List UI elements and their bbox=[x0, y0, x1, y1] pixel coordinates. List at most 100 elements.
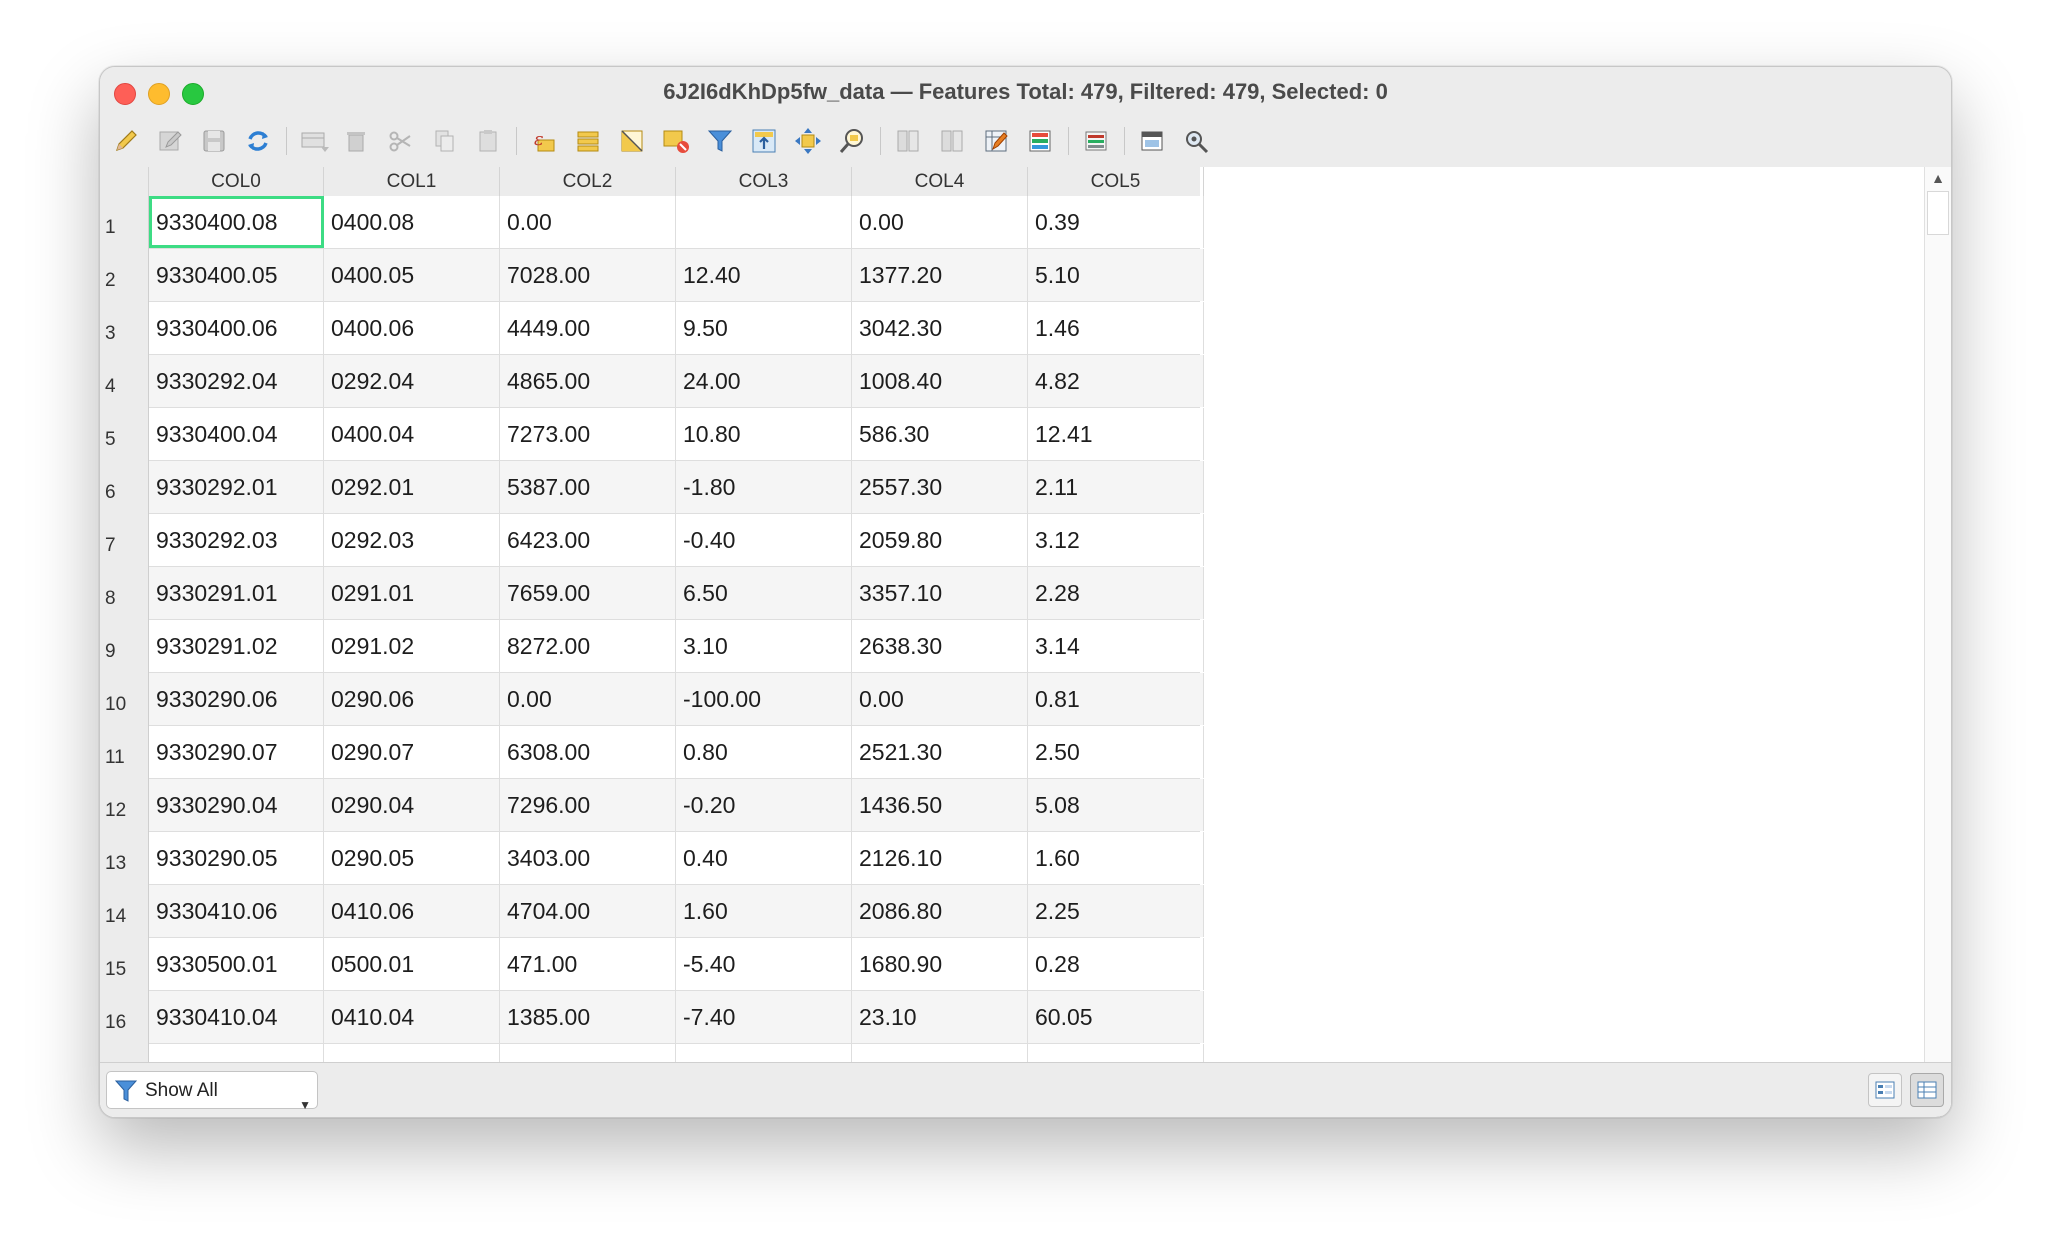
row-number[interactable]: 11 bbox=[100, 726, 149, 779]
table-cell[interactable]: 0290.07 bbox=[324, 726, 500, 778]
row-number[interactable]: 5 bbox=[100, 408, 149, 461]
table-cell[interactable]: 10.80 bbox=[676, 408, 852, 460]
table-cell[interactable]: 1.60 bbox=[676, 885, 852, 937]
table-cell[interactable]: 3.14 bbox=[1028, 620, 1204, 672]
table-cell[interactable]: 9330290.04 bbox=[149, 779, 324, 831]
row-number[interactable]: 2 bbox=[100, 249, 149, 302]
table-row[interactable]: 10 9330290.06 0290.06 0.00 -100.00 0.00 0.81 bbox=[100, 673, 1204, 726]
table-row[interactable]: 16 9330410.04 0410.04 1385.00 -7.40 23.10 60.0… bbox=[100, 991, 1204, 1044]
copy-icon[interactable] bbox=[428, 125, 460, 157]
table-row[interactable]: 9 9330291.02 0291.02 8272.00 3.10 2638.30 3.14 bbox=[100, 620, 1204, 673]
table-cell[interactable]: -5.40 bbox=[676, 938, 852, 990]
table-cell[interactable]: 2557.30 bbox=[852, 461, 1028, 513]
row-number[interactable]: 12 bbox=[100, 779, 149, 832]
table-cell[interactable]: 9330292.01 bbox=[149, 461, 324, 513]
row-number[interactable]: 16 bbox=[100, 991, 149, 1044]
table-cell[interactable]: 0291.02 bbox=[324, 620, 500, 672]
column-header[interactable]: COL0 bbox=[149, 167, 324, 196]
table-cell[interactable]: 0410.04 bbox=[324, 991, 500, 1043]
table-cell[interactable]: -0.20 bbox=[676, 779, 852, 831]
table-cell[interactable]: 0292.01 bbox=[324, 461, 500, 513]
delete-field-icon[interactable] bbox=[936, 125, 968, 157]
add-row-icon[interactable] bbox=[298, 125, 330, 157]
table-cell[interactable]: 2638.30 bbox=[852, 620, 1028, 672]
pan-to-selection-icon[interactable] bbox=[792, 125, 824, 157]
table-view-button[interactable] bbox=[1910, 1073, 1944, 1107]
table-row[interactable]: 4 9330292.04 0292.04 4865.00 24.00 1008.40 4.8… bbox=[100, 355, 1204, 408]
table-cell[interactable]: 4704.00 bbox=[500, 885, 676, 937]
table-row[interactable]: 12 9330290.04 0290.04 7296.00 -0.20 1436.50 5.… bbox=[100, 779, 1204, 832]
table-cell[interactable]: 2126.10 bbox=[852, 832, 1028, 884]
table-cell[interactable]: 9330290.05 bbox=[149, 832, 324, 884]
paste-icon[interactable] bbox=[472, 125, 504, 157]
table-cell[interactable]: 6423.00 bbox=[500, 514, 676, 566]
table-row[interactable]: 15 9330500.01 0500.01 471.00 -5.40 1680.90 0.2… bbox=[100, 938, 1204, 991]
table-row[interactable]: 3 9330400.06 0400.06 4449.00 9.50 3042.30 1.46 bbox=[100, 302, 1204, 355]
row-number[interactable]: 8 bbox=[100, 567, 149, 620]
table-cell[interactable]: 0.00 bbox=[852, 196, 1028, 248]
table-cell[interactable]: 9330400.04 bbox=[149, 408, 324, 460]
table-cell[interactable]: 0.81 bbox=[1028, 673, 1204, 725]
table-cell[interactable]: 586.30 bbox=[852, 408, 1028, 460]
table-cell[interactable]: 9330410.06 bbox=[149, 885, 324, 937]
table-cell[interactable]: 0410.06 bbox=[324, 885, 500, 937]
row-number[interactable]: 3 bbox=[100, 302, 149, 355]
table-cell[interactable]: 0.28 bbox=[1028, 938, 1204, 990]
field-calculator-icon[interactable] bbox=[980, 125, 1012, 157]
table-cell[interactable]: 9330410.04 bbox=[149, 991, 324, 1043]
table-cell[interactable]: 0.40 bbox=[676, 832, 852, 884]
scroll-up-icon[interactable]: ▲ bbox=[1925, 167, 1951, 189]
table-cell[interactable]: 3357.10 bbox=[852, 567, 1028, 619]
vertical-scrollbar[interactable]: ▲ ▼ bbox=[1924, 167, 1951, 1117]
column-header[interactable]: COL5 bbox=[1028, 167, 1204, 196]
table-row[interactable]: 5 9330400.04 0400.04 7273.00 10.80 586.30 12.4… bbox=[100, 408, 1204, 461]
reload-icon[interactable] bbox=[242, 125, 274, 157]
table-cell[interactable]: 0.00 bbox=[500, 196, 676, 248]
table-cell[interactable]: 2.28 bbox=[1028, 567, 1204, 619]
table-cell[interactable]: 1436.50 bbox=[852, 779, 1028, 831]
table-cell[interactable]: 471.00 bbox=[500, 938, 676, 990]
table-cell[interactable]: 9330292.03 bbox=[149, 514, 324, 566]
table-cell[interactable]: 7028.00 bbox=[500, 249, 676, 301]
column-header[interactable]: COL3 bbox=[676, 167, 852, 196]
move-selection-top-icon[interactable] bbox=[748, 125, 780, 157]
save-icon[interactable] bbox=[198, 125, 230, 157]
table-cell[interactable]: 60.05 bbox=[1028, 991, 1204, 1043]
table-cell[interactable]: 23.10 bbox=[852, 991, 1028, 1043]
table-cell[interactable]: 6.50 bbox=[676, 567, 852, 619]
table-cell[interactable]: 8272.00 bbox=[500, 620, 676, 672]
table-cell[interactable]: 0292.04 bbox=[324, 355, 500, 407]
select-all-icon[interactable] bbox=[572, 125, 604, 157]
table-cell[interactable]: 24.00 bbox=[676, 355, 852, 407]
table-cell[interactable]: 2086.80 bbox=[852, 885, 1028, 937]
table-row[interactable]: 14 9330410.06 0410.06 4704.00 1.60 2086.80 2.2… bbox=[100, 885, 1204, 938]
row-number[interactable]: 6 bbox=[100, 461, 149, 514]
table-row[interactable]: 11 9330290.07 0290.07 6308.00 0.80 2521.30 2.5… bbox=[100, 726, 1204, 779]
table-cell[interactable]: 0.80 bbox=[676, 726, 852, 778]
table-cell[interactable]: 9330292.04 bbox=[149, 355, 324, 407]
table-cell[interactable]: 0400.06 bbox=[324, 302, 500, 354]
show-all-features-dropdown[interactable]: Show All Features ▼ bbox=[106, 1071, 318, 1112]
table-cell[interactable]: 0290.06 bbox=[324, 673, 500, 725]
row-number[interactable]: 15 bbox=[100, 938, 149, 991]
table-cell[interactable]: 9330291.01 bbox=[149, 567, 324, 619]
table-cell[interactable]: 0292.03 bbox=[324, 514, 500, 566]
table-cell[interactable]: 12.41 bbox=[1028, 408, 1204, 460]
form-view-button[interactable] bbox=[1868, 1073, 1902, 1107]
table-cell[interactable]: 4865.00 bbox=[500, 355, 676, 407]
table-cell[interactable]: 0.00 bbox=[500, 673, 676, 725]
table-cell[interactable]: 2.11 bbox=[1028, 461, 1204, 513]
table-cell[interactable]: 0400.08 bbox=[324, 196, 500, 248]
table-cell[interactable]: 9330500.01 bbox=[149, 938, 324, 990]
delete-icon[interactable] bbox=[340, 125, 372, 157]
row-number[interactable]: 9 bbox=[100, 620, 149, 673]
dock-icon[interactable] bbox=[1136, 125, 1168, 157]
expression-select-icon[interactable]: ε bbox=[528, 125, 560, 157]
table-cell[interactable]: 9330400.05 bbox=[149, 249, 324, 301]
table-row[interactable]: 7 9330292.03 0292.03 6423.00 -0.40 2059.80 3.1… bbox=[100, 514, 1204, 567]
table-cell[interactable]: 0400.05 bbox=[324, 249, 500, 301]
cut-icon[interactable] bbox=[384, 125, 416, 157]
conditional-format-icon[interactable] bbox=[1024, 125, 1056, 157]
invert-selection-icon[interactable] bbox=[616, 125, 648, 157]
organize-columns-icon[interactable] bbox=[1080, 125, 1112, 157]
